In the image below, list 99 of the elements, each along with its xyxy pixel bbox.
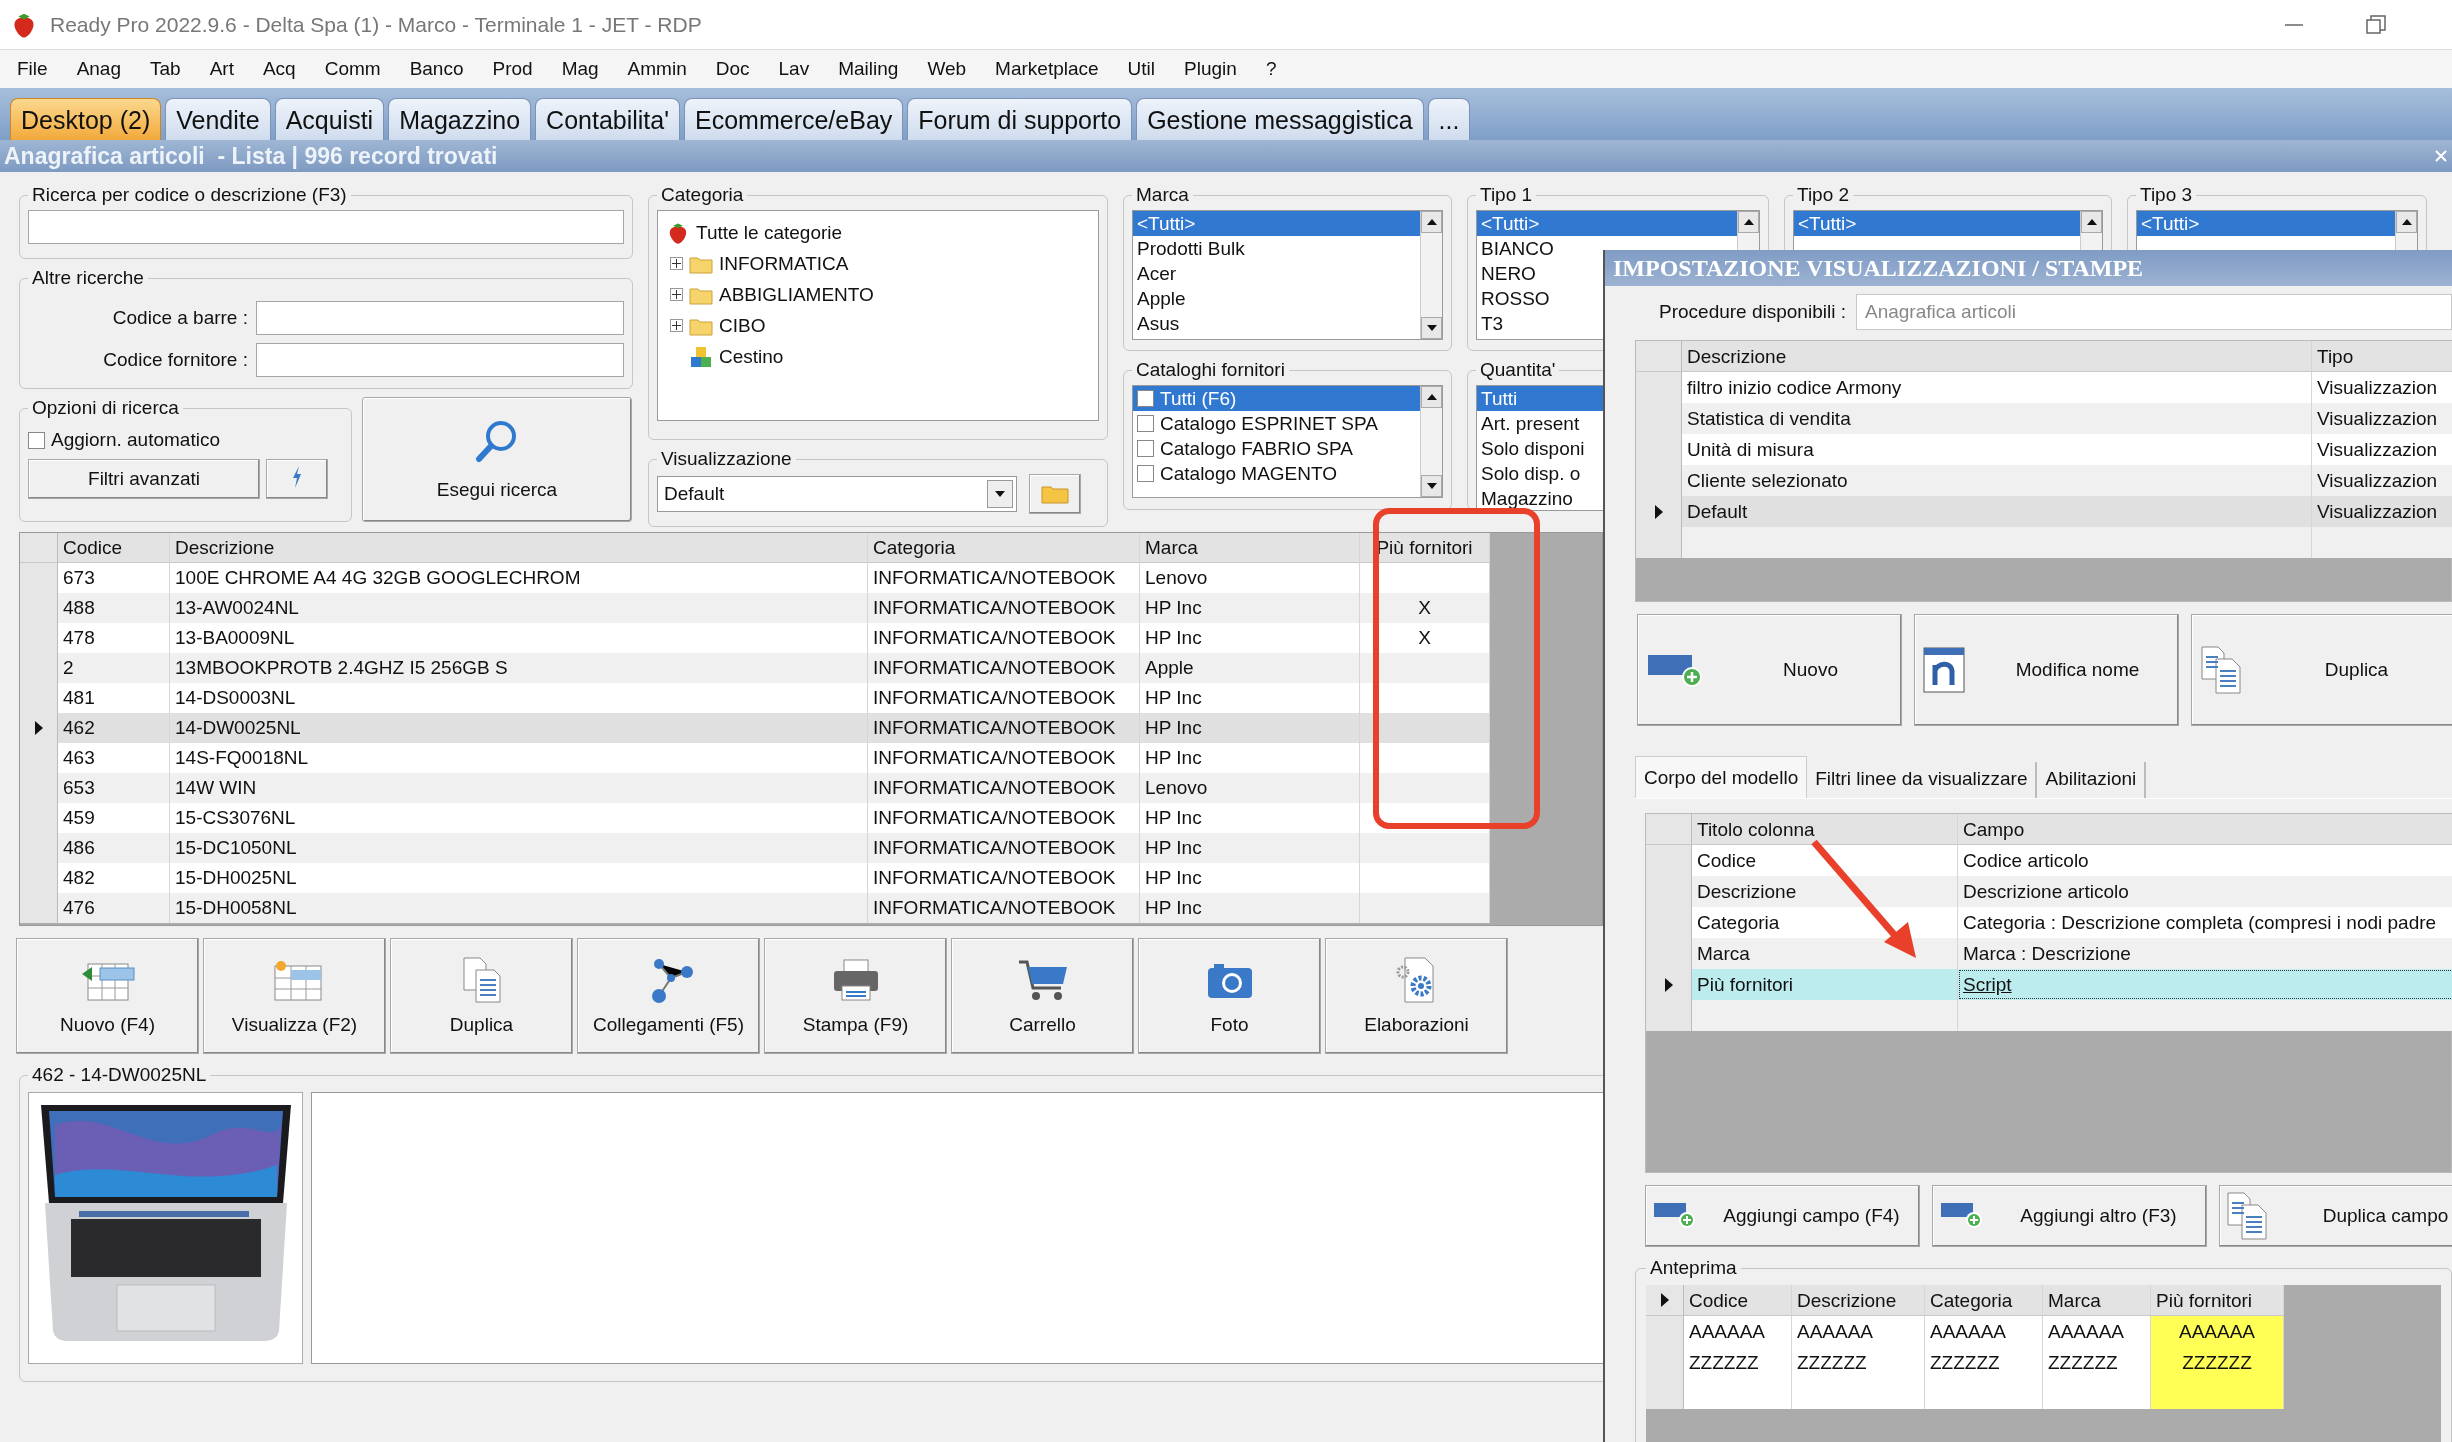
table-cell: INFORMATICA/NOTEBOOK	[868, 893, 1140, 923]
table-cell: 13-AW0024NL	[170, 593, 868, 623]
panel-title: Anagrafica articoli - Lista | 996 record trovati	[4, 142, 499, 170]
table-cell: 653	[58, 773, 170, 803]
table-cell: 15-CS3076NL	[170, 803, 868, 833]
table-cell: 14-DW0025NL	[170, 713, 868, 743]
group-label: 462 - 14-DW0025NL	[31, 1064, 208, 1086]
table-cell: Categoria : Descrizione completa (compresi i nodi padre	[1958, 907, 2452, 938]
table-cell: 486	[58, 833, 170, 863]
table-cell: Più fornitori	[1692, 969, 1958, 1000]
dialog-title: IMPOSTAZIONE VISUALIZZAZIONI / STAMPE	[1605, 250, 2452, 286]
table-cell: ZZZZZZ	[1684, 1347, 1792, 1378]
table-cell: Categoria	[1692, 907, 1958, 938]
table-cell: Marca	[1692, 938, 1958, 969]
table-cell: Cliente selezionato	[1682, 465, 2312, 496]
table-cell: 14-DS0003NL	[170, 683, 868, 713]
table-cell: 482	[58, 863, 170, 893]
group-label: Cataloghi fornitori	[1135, 359, 1286, 381]
checkbox-label: Aggiorn. automatico	[51, 429, 220, 451]
table-cell: INFORMATICA/NOTEBOOK	[868, 803, 1140, 833]
table-cell: 2	[58, 653, 170, 683]
table-cell: 673	[58, 563, 170, 593]
table-cell: 13MBOOKPROTB 2.4GHZ I5 256GB S	[170, 653, 868, 683]
table-cell: 459	[58, 803, 170, 833]
table-cell: AAAAAA	[1684, 1316, 1792, 1347]
table-cell: 15-DC1050NL	[170, 833, 868, 863]
table-cell: AAAAAA	[1792, 1316, 1925, 1347]
table-cell: Descrizione	[1692, 876, 1958, 907]
table-cell: 481	[58, 683, 170, 713]
table-cell: HP Inc	[1140, 713, 1360, 743]
table-cell: 462	[58, 713, 170, 743]
table-cell: HP Inc	[1140, 743, 1360, 773]
table-cell: Script	[1958, 969, 2452, 1000]
table-cell: Marca : Descrizione	[1958, 938, 2452, 969]
group-label: Altre ricerche	[31, 267, 145, 289]
table-cell: Statistica di vendita	[1682, 403, 2312, 434]
group-label: Tipo 3	[2139, 184, 2194, 206]
table-cell: ZZZZZZ	[1792, 1347, 1925, 1378]
table-cell: AAAAAA	[2151, 1316, 2284, 1347]
group-label: Ricerca per codice o descrizione (F3)	[31, 184, 348, 206]
table-cell: Apple	[1140, 653, 1360, 683]
table-cell: HP Inc	[1140, 803, 1360, 833]
table-cell: filtro inizio codice Armony	[1682, 372, 2312, 403]
table-cell: 478	[58, 623, 170, 653]
table-cell: 476	[58, 893, 170, 923]
table-cell: 14W WIN	[170, 773, 868, 803]
table-cell: Visualizzazion	[2312, 465, 2452, 496]
table-cell: AAAAAA	[2043, 1316, 2151, 1347]
group-label: Visualizzazione	[660, 448, 793, 470]
table-cell: INFORMATICA/NOTEBOOK	[868, 563, 1140, 593]
table-cell: 13-BA0009NL	[170, 623, 868, 653]
table-cell: Lenovo	[1140, 773, 1360, 803]
table-cell: INFORMATICA/NOTEBOOK	[868, 623, 1140, 653]
table-cell: INFORMATICA/NOTEBOOK	[868, 713, 1140, 743]
table-cell: INFORMATICA/NOTEBOOK	[868, 863, 1140, 893]
table-cell: 100E CHROME A4 4G 32GB GOOGLECHROM	[170, 563, 868, 593]
table-cell: 15-DH0025NL	[170, 863, 868, 893]
table-cell: INFORMATICA/NOTEBOOK	[868, 653, 1140, 683]
table-cell: HP Inc	[1140, 623, 1360, 653]
table-cell: Lenovo	[1140, 563, 1360, 593]
table-cell: Visualizzazion	[2312, 496, 2452, 527]
table-cell: HP Inc	[1140, 833, 1360, 863]
table-cell: 15-DH0058NL	[170, 893, 868, 923]
table-cell: Visualizzazion	[2312, 372, 2452, 403]
group-label: Marca	[1135, 184, 1190, 206]
table-cell: ZZZZZZ	[2043, 1347, 2151, 1378]
group-label: Opzioni di ricerca	[31, 397, 180, 419]
table-cell: AAAAAA	[1925, 1316, 2043, 1347]
table-cell: Codice	[1692, 845, 1958, 876]
table-cell: INFORMATICA/NOTEBOOK	[868, 743, 1140, 773]
table-cell: ZZZZZZ	[1925, 1347, 2043, 1378]
table-cell: Visualizzazion	[2312, 434, 2452, 465]
table-cell: X	[1360, 593, 1490, 623]
table-cell: HP Inc	[1140, 683, 1360, 713]
table-cell: HP Inc	[1140, 863, 1360, 893]
table-cell: INFORMATICA/NOTEBOOK	[868, 833, 1140, 863]
field-label: Codice fornitore :	[103, 349, 248, 371]
table-cell: Visualizzazion	[2312, 403, 2452, 434]
table-cell: HP Inc	[1140, 593, 1360, 623]
table-cell: Default	[1682, 496, 2312, 527]
table-cell: INFORMATICA/NOTEBOOK	[868, 593, 1140, 623]
table-cell: INFORMATICA/NOTEBOOK	[868, 683, 1140, 713]
field-label: Codice a barre :	[112, 307, 248, 329]
group-label: Tipo 1	[1479, 184, 1534, 206]
table-cell: INFORMATICA/NOTEBOOK	[868, 773, 1140, 803]
table-cell: Codice articolo	[1958, 845, 2452, 876]
table-cell: 14S-FQ0018NL	[170, 743, 868, 773]
table-cell: Descrizione articolo	[1958, 876, 2452, 907]
table-cell: 488	[58, 593, 170, 623]
table-cell: Unità di misura	[1682, 434, 2312, 465]
table-cell: HP Inc	[1140, 893, 1360, 923]
group-label: Quantita'	[1479, 359, 1557, 381]
table-cell: ZZZZZZ	[2151, 1347, 2284, 1378]
group-label: Tipo 2	[1796, 184, 1851, 206]
window-title: Ready Pro 2022.9.6 - Delta Spa (1) - Marco - Terminale 1 - JET - RDP	[50, 12, 703, 37]
group-label: Categoria	[660, 184, 745, 206]
table-cell: X	[1360, 623, 1490, 653]
group-label: Anteprima	[1649, 1257, 1738, 1279]
table-cell: 463	[58, 743, 170, 773]
